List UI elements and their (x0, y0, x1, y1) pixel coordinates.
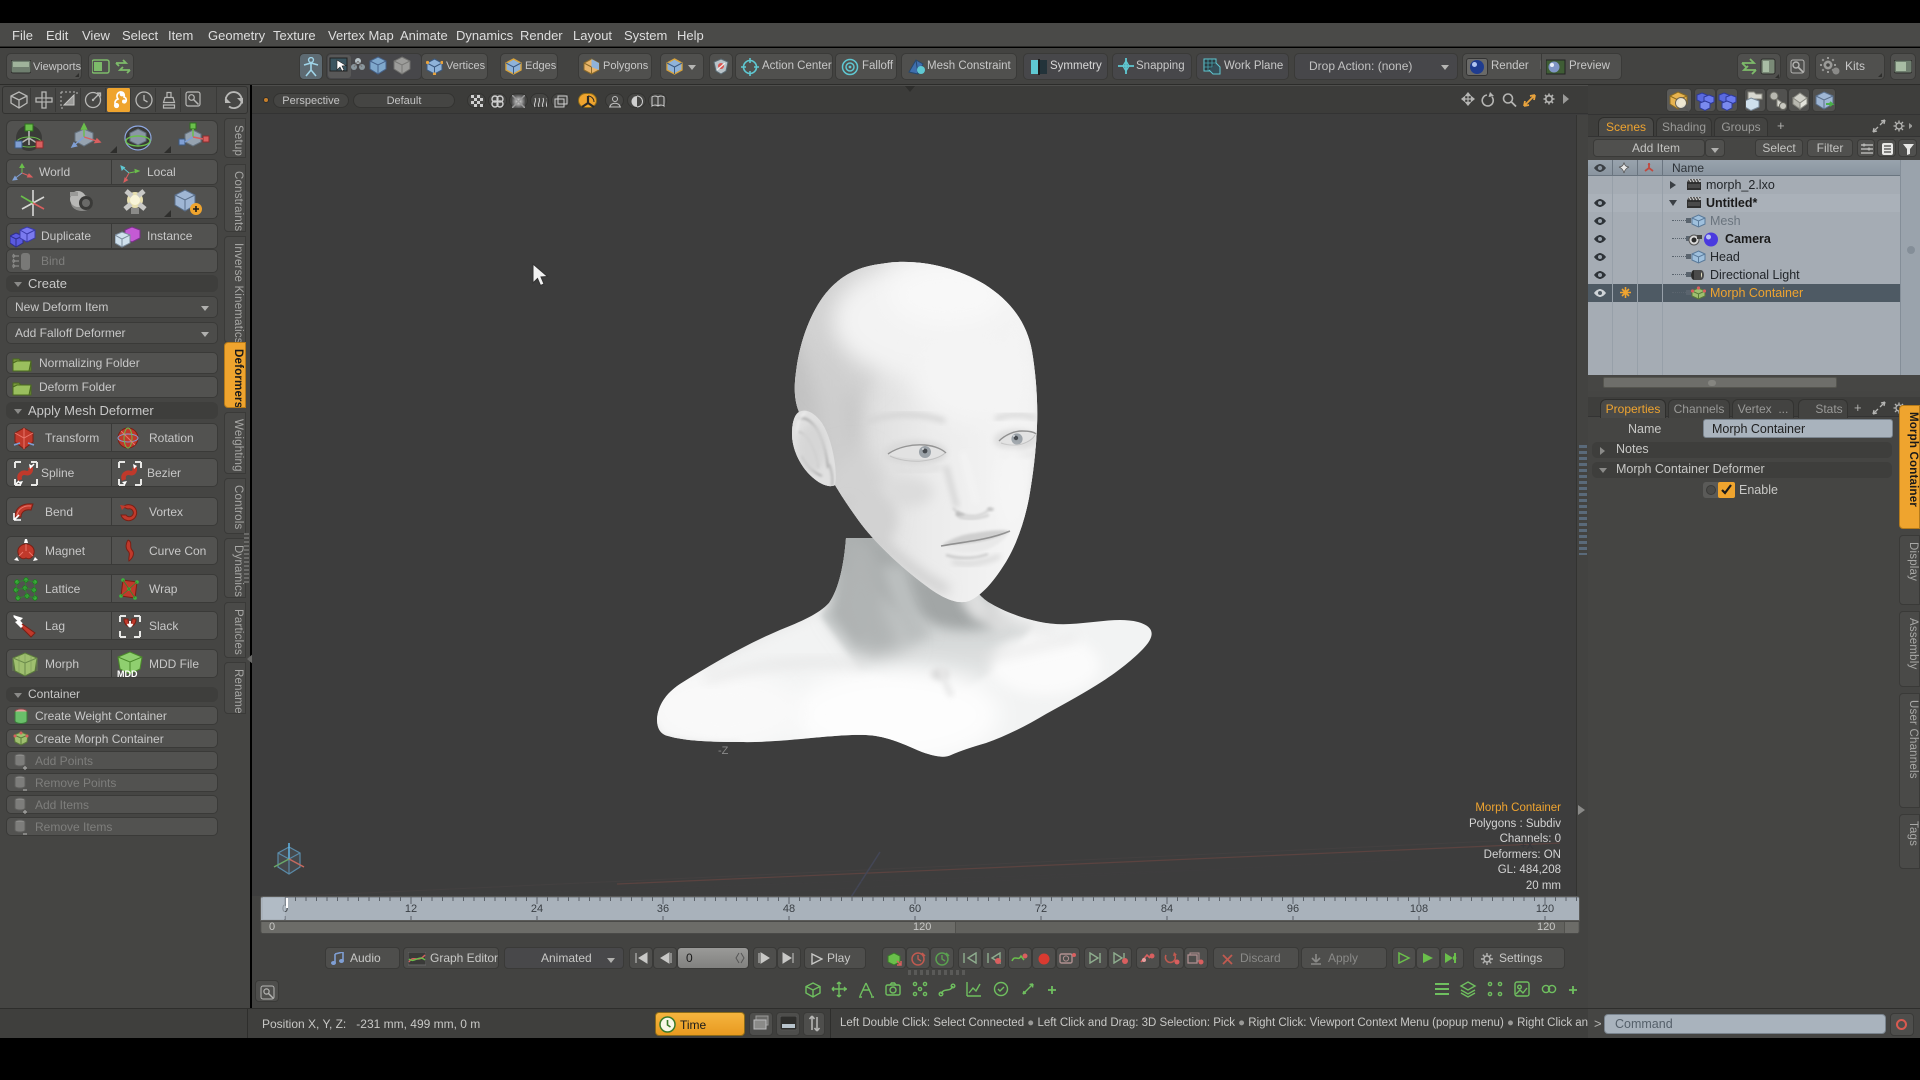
svg-text:96: 96 (1287, 903, 1299, 915)
svg-text:MDD: MDD (117, 669, 138, 678)
svg-text:Deformers: ON: Deformers: ON (1484, 849, 1561, 861)
svg-text:36: 36 (657, 903, 669, 915)
svg-text:12: 12 (405, 903, 417, 915)
svg-text:120: 120 (1536, 903, 1554, 915)
svg-text:GL: 484,208: GL: 484,208 (1498, 864, 1561, 876)
svg-text:60: 60 (909, 903, 921, 915)
svg-text:48: 48 (783, 903, 795, 915)
svg-text:-Z: -Z (718, 745, 729, 757)
svg-text:72: 72 (1035, 903, 1047, 915)
svg-text:Morph Container: Morph Container (1475, 802, 1561, 814)
svg-text:108: 108 (1410, 903, 1428, 915)
svg-text:84: 84 (1161, 903, 1173, 915)
svg-text:Channels: 0: Channels: 0 (1500, 833, 1561, 845)
svg-text:Polygons : Subdiv: Polygons : Subdiv (1469, 818, 1561, 830)
svg-text:20 mm: 20 mm (1526, 880, 1561, 892)
svg-text:24: 24 (531, 903, 543, 915)
